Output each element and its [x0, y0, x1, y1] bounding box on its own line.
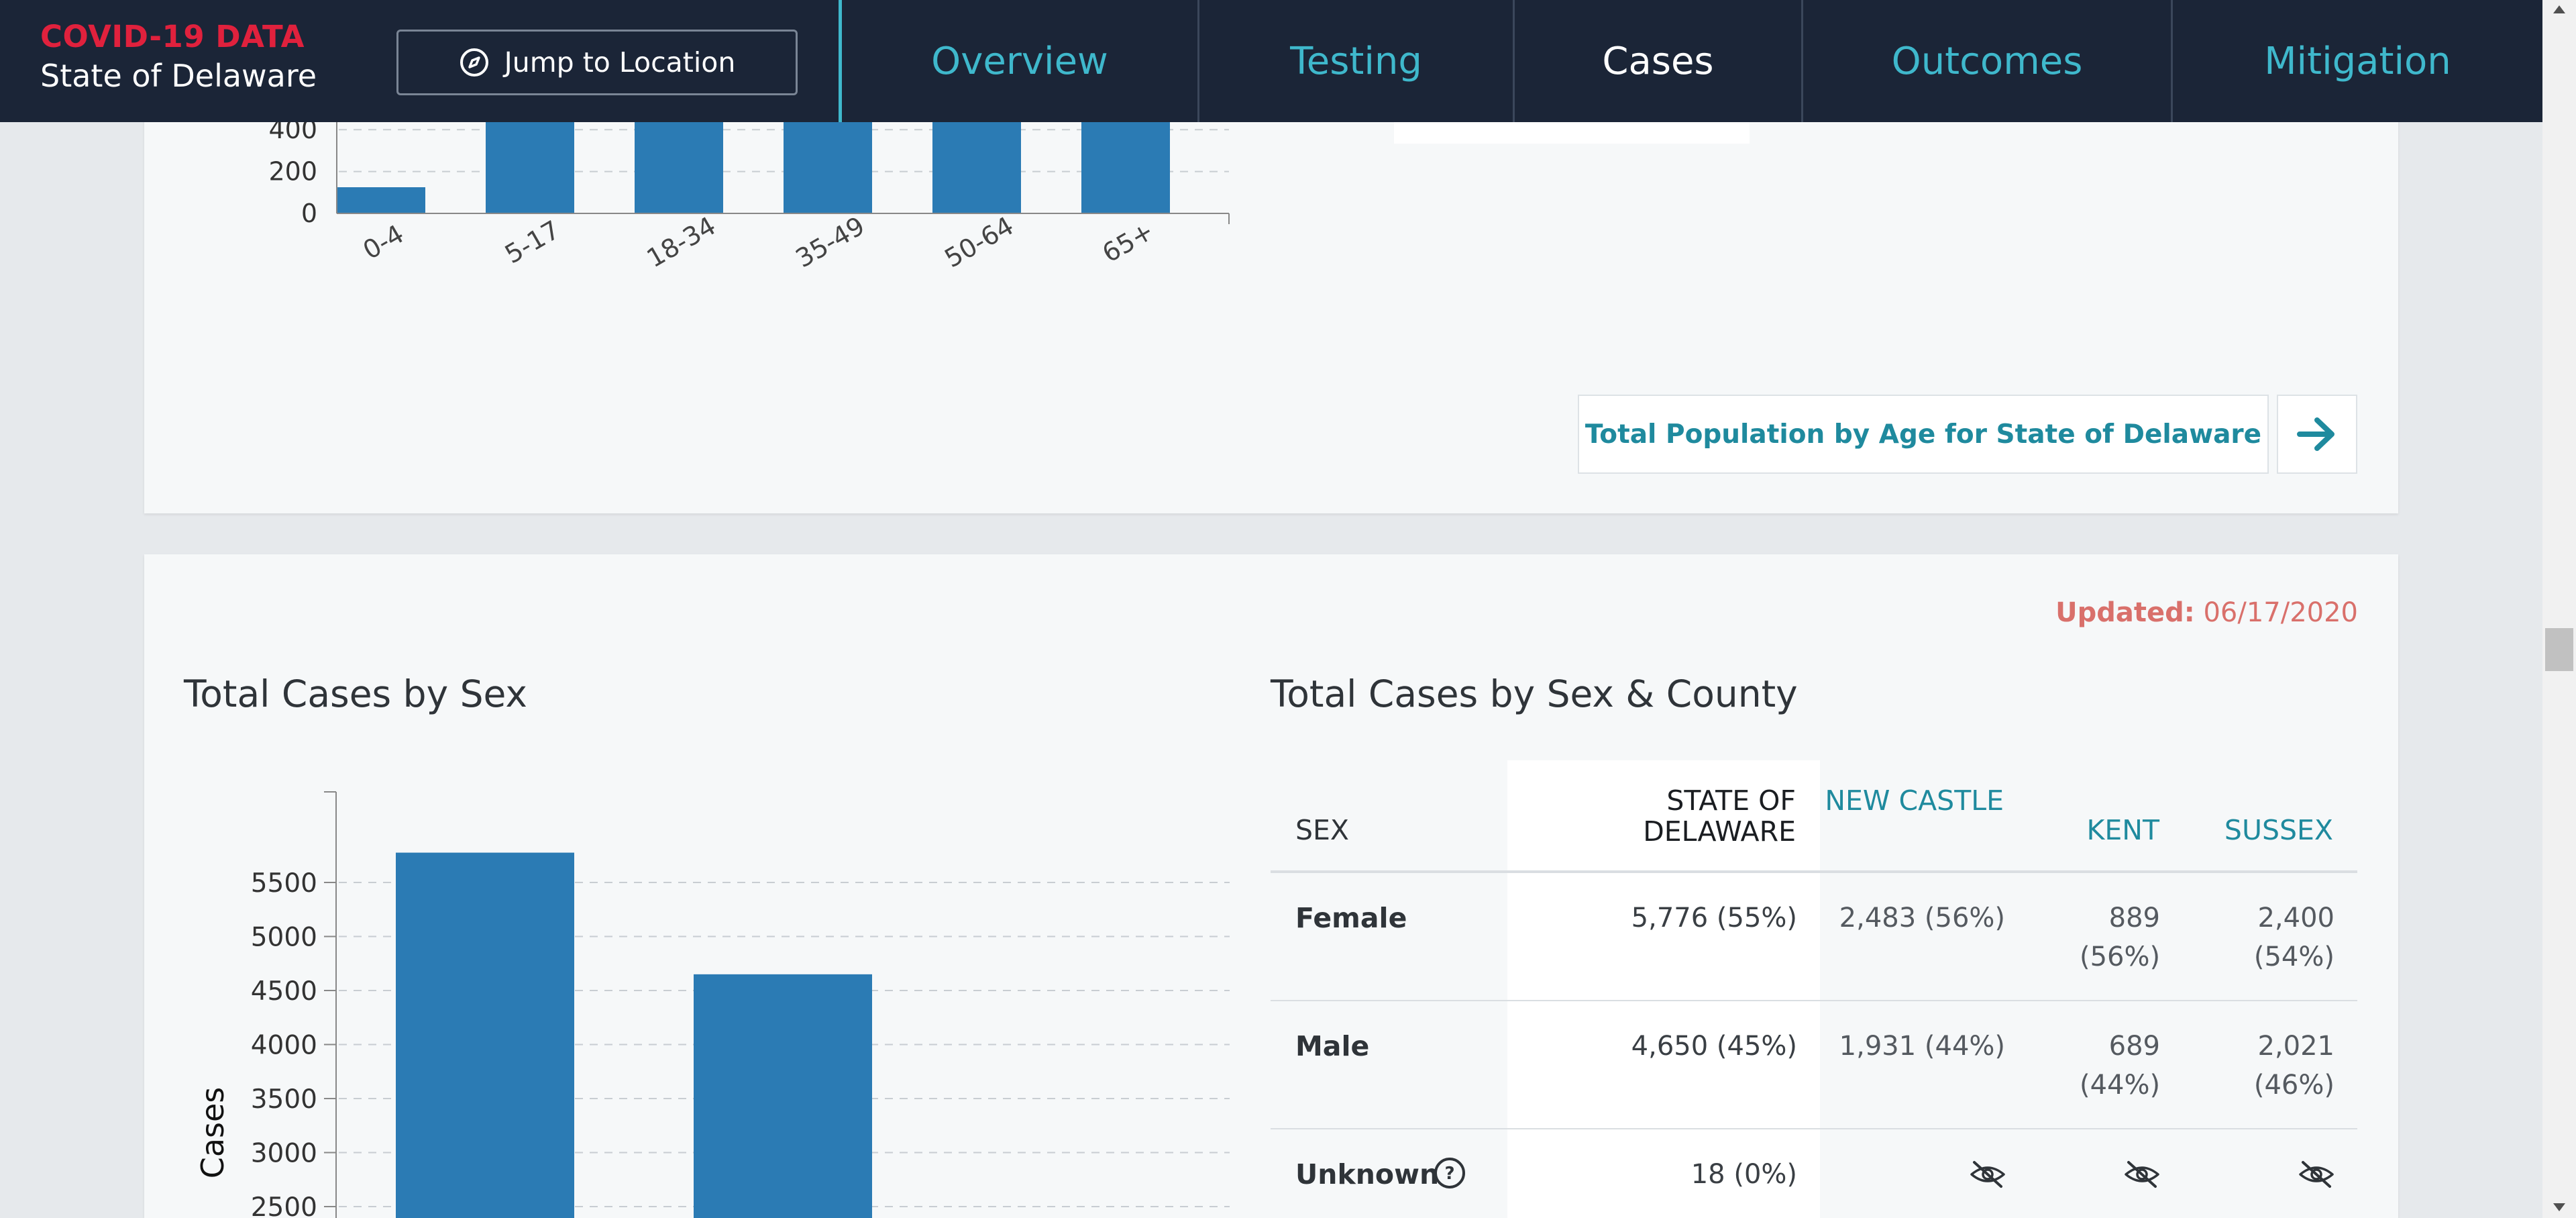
population-by-age-link[interactable]: Total Population by Age for State of Del…	[1578, 395, 2269, 474]
legend-box	[1394, 122, 1750, 144]
jump-to-location-button[interactable]: Jump to Location	[396, 30, 798, 95]
table-header-divider	[1271, 870, 2357, 873]
th-new-castle[interactable]: NEW CASTLE	[1820, 785, 2004, 816]
compass-icon	[460, 48, 488, 77]
y-tick-label: 5500	[251, 868, 317, 899]
tab-overview[interactable]: Overview	[839, 0, 1199, 122]
main-nav: Overview Testing Cases Outcomes Mitigati…	[839, 0, 2542, 122]
x-tick-label: 18-34	[642, 211, 721, 273]
updated-date: 06/17/2020	[2203, 597, 2358, 628]
tab-cases[interactable]: Cases	[1515, 0, 1803, 122]
x-tick-label: 5-17	[500, 215, 565, 269]
sex-county-table-title: Total Cases by Sex & County	[1271, 672, 1798, 715]
cell-female-sussex: 2,400 (54%)	[2253, 903, 2334, 972]
updated-label: Updated:	[2055, 597, 2195, 628]
th-sussex[interactable]: SUSSEX	[2174, 815, 2333, 846]
th-state[interactable]: STATE OF DELAWARE	[1507, 785, 1796, 847]
tab-mitigation[interactable]: Mitigation	[2173, 0, 2542, 122]
table-row-divider	[1271, 1000, 2357, 1001]
svg-text:?: ?	[1444, 1164, 1454, 1184]
sex-bar-male[interactable]	[694, 974, 872, 1218]
tab-testing[interactable]: Testing	[1199, 0, 1515, 122]
scroll-down-arrow[interactable]	[2553, 1203, 2565, 1211]
y-tick-label: 4000	[251, 1031, 317, 1061]
y-tick-label: 3500	[251, 1084, 317, 1115]
y-tick-label: 4500	[251, 976, 317, 1007]
top-header: COVID-19 DATA State of Delaware Jump to …	[0, 0, 2542, 122]
arrow-right-icon	[2297, 417, 2334, 451]
brand-title[interactable]: COVID-19 DATA	[40, 19, 305, 54]
question-circle-icon[interactable]: ?	[1433, 1156, 1466, 1190]
eye-slash-icon	[2125, 1161, 2159, 1188]
row-unknown-label: Unknown	[1295, 1158, 1440, 1190]
x-tick-label: 50-64	[940, 211, 1019, 273]
scrollbar-thumb[interactable]	[2545, 628, 2573, 671]
x-tick-label: 65+	[1097, 216, 1159, 268]
sex-bar-female[interactable]	[396, 852, 574, 1218]
x-tick-label: 35-49	[791, 211, 870, 273]
scroll-up-arrow[interactable]	[2553, 5, 2565, 13]
y-tick-label: 5000	[251, 923, 317, 953]
th-sex[interactable]: SEX	[1295, 815, 1349, 846]
population-link-arrow-button[interactable]	[2277, 395, 2357, 474]
brand-subtitle[interactable]: State of Delaware	[40, 58, 317, 94]
page-scrollbar[interactable]	[2542, 0, 2576, 1218]
y-tick-label: 0	[301, 199, 317, 228]
cell-female-new-castle: 2,483 (56%)	[1839, 903, 2005, 933]
y-tick-label: 200	[268, 157, 317, 187]
y-tick-label: 2500	[251, 1192, 317, 1218]
cell-male-state: 4,650 (45%)	[1631, 1031, 1797, 1062]
tab-outcomes[interactable]: Outcomes	[1803, 0, 2173, 122]
y-tick-label: 3000	[251, 1139, 317, 1169]
x-tick-label: 0-4	[358, 219, 409, 265]
cell-female-kent: 889 (56%)	[2080, 903, 2161, 972]
th-kent[interactable]: KENT	[2021, 815, 2159, 846]
cell-unknown-state: 18 (0%)	[1690, 1159, 1797, 1190]
eye-slash-icon	[2299, 1161, 2334, 1188]
cell-male-sussex: 2,021 (46%)	[2253, 1031, 2334, 1101]
updated-stamp: Updated: 06/17/2020	[2055, 597, 2358, 628]
age-bar[interactable]	[337, 187, 425, 213]
cell-female-state: 5,776 (55%)	[1631, 903, 1797, 933]
jump-label: Jump to Location	[504, 46, 736, 79]
cell-male-new-castle: 1,931 (44%)	[1839, 1031, 2005, 1062]
cell-male-kent: 689 (44%)	[2080, 1031, 2161, 1101]
sex-chart: 2500 3000 3500 4000 4500 5000 5500 Cases	[195, 791, 1230, 1218]
eye-slash-icon	[1970, 1161, 2005, 1188]
y-axis-label: Cases	[195, 1087, 231, 1179]
table-row-divider	[1271, 1128, 2357, 1129]
row-female-label: Female	[1295, 902, 1407, 934]
sex-chart-title: Total Cases by Sex	[184, 672, 527, 715]
row-male-label: Male	[1295, 1030, 1370, 1062]
